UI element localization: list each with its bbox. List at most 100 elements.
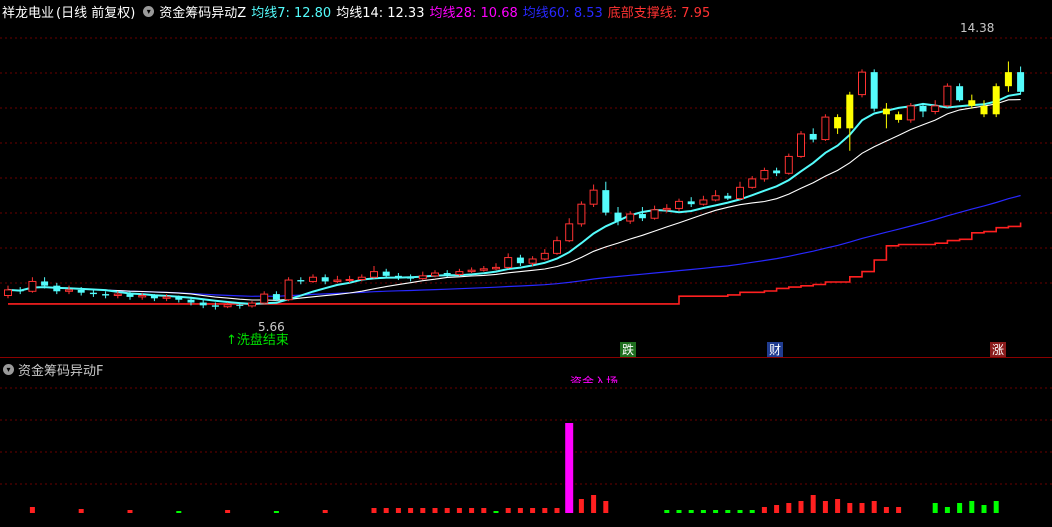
- candle: [834, 114, 842, 134]
- candle: [846, 91, 854, 151]
- indicator-bar: [530, 508, 536, 513]
- candle: [724, 192, 732, 200]
- period-label: (日线 前复权): [56, 5, 136, 21]
- candle: [284, 277, 293, 302]
- indicator-bar: [969, 501, 975, 513]
- indicator-bar: [78, 509, 84, 513]
- indicator-bar: [798, 501, 804, 513]
- candle: [272, 291, 280, 302]
- candle: [992, 83, 1000, 118]
- candle: [968, 94, 976, 109]
- indicator-bar: [713, 510, 719, 513]
- indicator-bar: [395, 508, 401, 513]
- candle: [711, 190, 720, 202]
- candle: [16, 287, 24, 295]
- candle: [467, 267, 476, 274]
- indicator-bar: [737, 510, 743, 513]
- candle: [28, 277, 37, 293]
- candle: [455, 268, 464, 276]
- candle: [53, 282, 61, 295]
- stock-name: 祥龙电业: [2, 5, 55, 21]
- candle: [906, 103, 915, 123]
- indicator-bar: [688, 510, 694, 513]
- indicator-bar: [420, 508, 426, 513]
- indicator-bar: [859, 503, 865, 513]
- indicator-bar: [322, 510, 328, 513]
- candle: [699, 195, 708, 206]
- candle: [809, 128, 817, 143]
- candle: [943, 83, 952, 108]
- candle: [858, 69, 866, 98]
- candle: [553, 236, 561, 255]
- indicator-bar: [542, 508, 548, 513]
- candle: [931, 100, 940, 115]
- candle: [577, 201, 586, 227]
- candle: [309, 274, 317, 283]
- candle: [773, 167, 781, 177]
- indicator-bar: [456, 508, 462, 513]
- indicator-bar: [835, 499, 841, 513]
- candle: [297, 277, 305, 285]
- candle: [748, 176, 757, 189]
- candle: [504, 253, 513, 269]
- wash-end-label: ↑洗盘结束: [226, 333, 289, 348]
- indicator-name[interactable]: 资金筹码异动Z: [159, 2, 246, 21]
- volume-indicator-chart[interactable]: [0, 358, 1052, 527]
- candle: [895, 111, 903, 123]
- ma7-value: 均线7: 12.80: [251, 5, 332, 21]
- indicator-bar: [896, 507, 902, 513]
- indicator-bar: [664, 510, 670, 513]
- indicator-bar: [786, 503, 792, 513]
- indicator-bar: [981, 505, 987, 513]
- indicator-bar: [749, 510, 755, 513]
- indicator-bar: [871, 501, 877, 513]
- candle: [492, 263, 500, 271]
- indicator-bar: [383, 508, 389, 513]
- sub-chart-header: ▾ 资金筹码异动F: [0, 359, 103, 379]
- candle: [650, 205, 659, 220]
- candle: [821, 114, 830, 141]
- indicator-bar: [932, 503, 938, 513]
- indicator-bar: [554, 508, 560, 513]
- candle: [1004, 61, 1012, 92]
- ma14-value: 均线14: 12.33: [336, 5, 425, 21]
- indicator-bar: [517, 508, 523, 513]
- indicator-bar: [565, 423, 574, 513]
- indicator-bar: [883, 507, 889, 513]
- candle: [407, 274, 415, 282]
- ma28-value: 均线28: 10.68: [429, 5, 518, 21]
- candle: [675, 198, 683, 212]
- candle: [760, 167, 769, 182]
- candle: [687, 197, 695, 207]
- indicator-bar: [493, 511, 499, 513]
- indicator-bar: [822, 501, 828, 513]
- indicator-bar: [810, 495, 816, 513]
- candle: [870, 69, 878, 112]
- indicator-bar: [847, 503, 853, 513]
- candle: [479, 266, 488, 272]
- indicator-bar: [432, 508, 438, 513]
- tag-zhang: 涨: [990, 342, 1006, 358]
- candle: [260, 291, 269, 304]
- candle: [248, 301, 256, 308]
- price-chart[interactable]: [0, 0, 1052, 358]
- high-price-label: 14.38: [960, 21, 995, 35]
- candle: [333, 275, 342, 283]
- candle: [431, 270, 439, 278]
- sub-indicator-name[interactable]: 资金筹码异动F: [18, 360, 103, 379]
- candle: [956, 83, 964, 102]
- candle: [784, 153, 793, 175]
- indicator-bar: [176, 511, 182, 513]
- ma14-line: [7, 99, 1021, 301]
- tag-die: 跌: [620, 342, 636, 358]
- candle: [89, 289, 97, 297]
- ma60-value: 均线60: 8.53: [522, 5, 603, 21]
- sub-indicator-toggle-icon[interactable]: ▾: [3, 363, 14, 375]
- indicator-toggle-icon[interactable]: ▾: [143, 5, 155, 17]
- indicator-bar: [774, 505, 780, 513]
- candle: [4, 285, 12, 299]
- candle: [102, 291, 110, 299]
- indicator-bar: [505, 508, 511, 513]
- indicator-bar: [481, 508, 487, 513]
- candle: [65, 285, 73, 295]
